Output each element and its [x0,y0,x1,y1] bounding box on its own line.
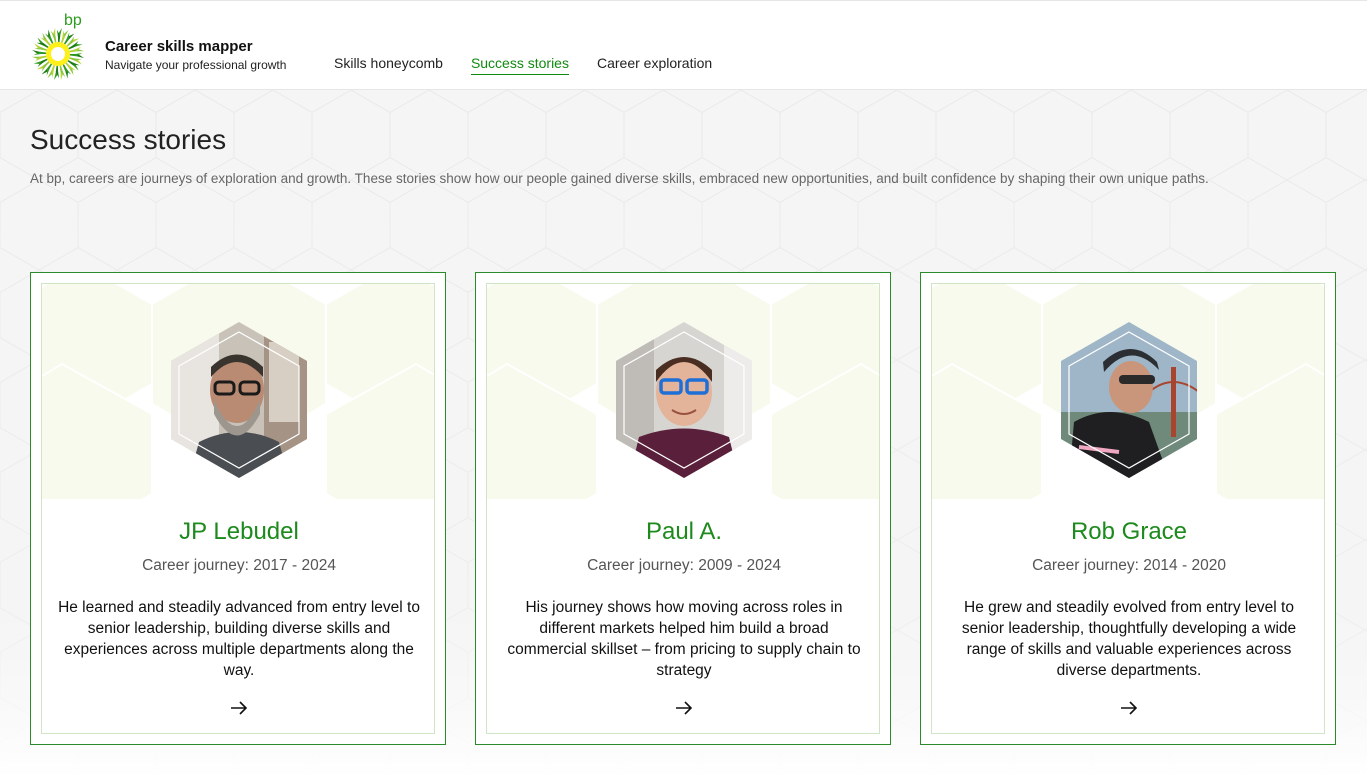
story-card[interactable]: Rob Grace Career journey: 2014 - 2020 He… [920,272,1336,745]
app-title: Career skills mapper [105,38,253,55]
story-name: Paul A. [645,518,723,545]
story-card-inner: Rob Grace Career journey: 2014 - 2020 He… [931,283,1325,734]
story-name: JP Lebudel [179,518,299,545]
avatar-jp-lebudel [171,322,307,478]
top-header: bp Career skills mapper Navigate your pr… [0,0,1367,90]
story-description: His journey shows how moving across role… [507,599,861,679]
story-journey: Career journey: 2014 - 2020 [1032,557,1226,574]
story-description: He learned and steadily advanced from en… [58,599,420,679]
story-journey: Career journey: 2009 - 2024 [587,557,781,574]
story-name: Rob Grace [1070,518,1188,545]
avatar-rob-grace [1061,322,1197,478]
story-journey: Career journey: 2017 - 2024 [142,557,336,574]
story-card[interactable]: JP Lebudel Career journey: 2017 - 2024 H… [30,272,446,745]
app-subtitle: Navigate your professional growth [105,58,287,72]
story-card-inner: Paul A. Career journey: 2009 - 2024 His … [486,283,880,734]
main-nav: Skills honeycomb Success stories Career … [334,55,712,75]
page-title: Success stories [30,124,227,155]
page-description: At bp, careers are journeys of explorati… [30,171,1209,186]
story-card-inner: JP Lebudel Career journey: 2017 - 2024 H… [41,283,435,734]
nav-career-exploration[interactable]: Career exploration [597,55,712,75]
arrow-right-icon[interactable] [674,700,694,716]
story-description: He grew and steadily evolved from entry … [961,599,1297,679]
logo-text: bp [64,12,82,29]
bp-helios-logo[interactable]: bp [26,9,92,83]
arrow-right-icon[interactable] [1119,700,1139,716]
avatar-paul-a [616,322,752,478]
nav-success-stories[interactable]: Success stories [470,55,569,75]
arrow-right-icon[interactable] [229,700,249,716]
nav-skills-honeycomb[interactable]: Skills honeycomb [334,55,443,75]
story-card[interactable]: Paul A. Career journey: 2009 - 2024 His … [475,272,891,745]
